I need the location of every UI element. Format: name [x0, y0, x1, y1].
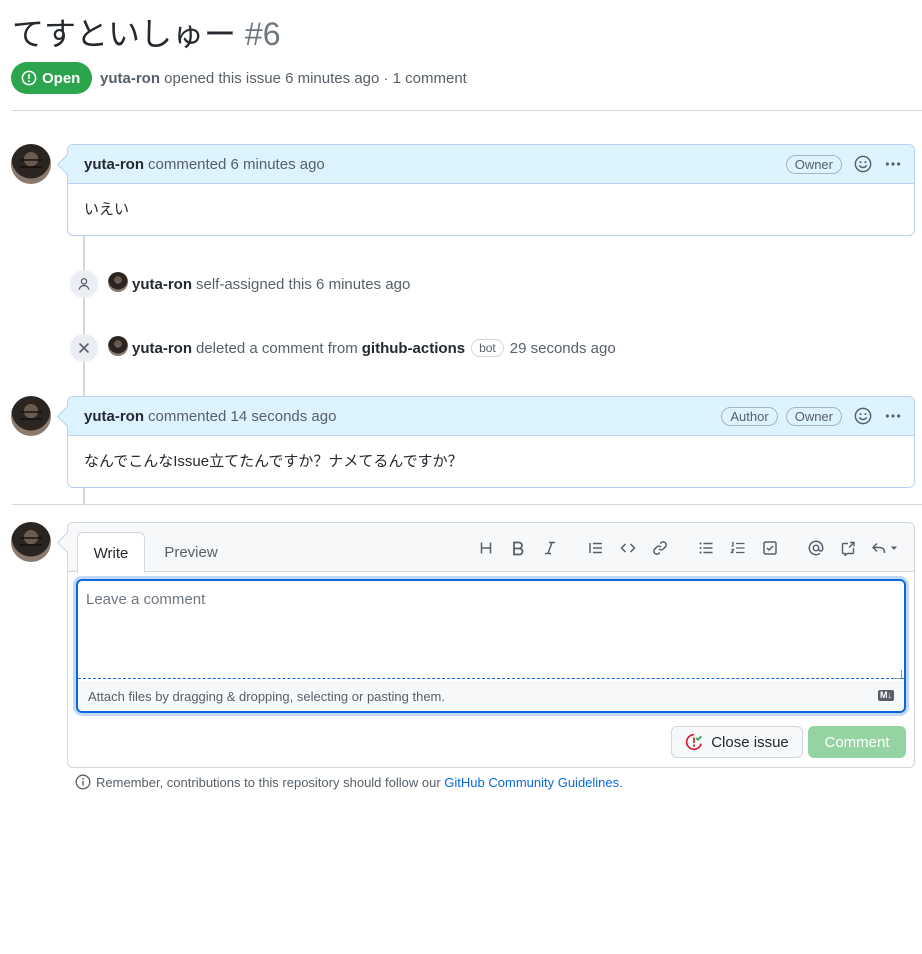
mention-icon[interactable] — [800, 536, 832, 560]
issue-closed-icon — [686, 733, 703, 751]
italic-icon[interactable] — [534, 536, 566, 560]
comment-options-button[interactable] — [884, 155, 902, 173]
bot-label: bot — [471, 339, 504, 357]
header-divider — [12, 110, 922, 111]
avatar[interactable] — [11, 144, 51, 184]
issue-number: #6 — [244, 16, 281, 52]
comment-textarea-wrapper: Leave a comment Attach files by dragging… — [76, 579, 906, 713]
attach-files-text: Attach files by dragging & dropping, sel… — [88, 688, 445, 704]
person-icon — [70, 270, 98, 298]
guidelines-link[interactable]: GitHub Community Guidelines — [444, 775, 619, 790]
unordered-list-icon[interactable] — [690, 536, 722, 560]
info-icon — [75, 774, 91, 790]
kebab-horizontal-icon — [885, 162, 901, 166]
resize-handle[interactable] — [893, 670, 902, 679]
comment-action[interactable]: commented 14 seconds ago — [148, 408, 336, 425]
issue-author-link[interactable]: yuta-ron — [100, 70, 160, 87]
comment-action[interactable]: commented 6 minutes ago — [148, 156, 325, 173]
timeline-line — [83, 487, 85, 505]
timeline-event-assigned: yuta-ron self-assigned this 6 minutes ag… — [70, 270, 410, 298]
comment-options-button[interactable] — [884, 407, 902, 425]
comment-body: なんでこんなIssue立てたんですか？ナメてるんですか？ — [84, 453, 463, 470]
editor-header: Write Preview — [68, 523, 914, 573]
link-icon[interactable] — [644, 536, 676, 560]
comment-header: yuta-ron commented 6 minutes ago Owner — [68, 145, 914, 184]
issue-title: てすといしゅー #6 — [12, 14, 281, 54]
issue-state-label: Open — [42, 69, 81, 87]
tab-write[interactable]: Write — [77, 532, 145, 573]
avatar[interactable] — [11, 522, 51, 562]
tab-preview[interactable]: Preview — [156, 532, 226, 572]
guidelines-text: Remember, contributions to this reposito… — [96, 774, 441, 790]
comment-author[interactable]: yuta-ron — [84, 156, 144, 173]
timeline-line — [83, 236, 85, 396]
quote-icon[interactable] — [580, 536, 612, 560]
event-actor[interactable]: yuta-ron — [132, 340, 192, 357]
issue-state-badge: Open — [11, 62, 93, 94]
ordered-list-icon[interactable] — [722, 536, 754, 560]
markdown-icon[interactable]: M↓ — [878, 690, 894, 701]
smiley-icon — [854, 407, 872, 425]
event-text: deleted a comment from — [196, 339, 358, 357]
comment-submit-button[interactable]: Comment — [808, 726, 906, 758]
guidelines-period: . — [619, 774, 623, 790]
saved-replies-icon[interactable] — [864, 536, 904, 560]
markdown-toolbar — [470, 536, 904, 560]
comment-box: yuta-ron commented 6 minutes ago Owner い… — [67, 144, 915, 236]
add-reaction-button[interactable] — [854, 407, 872, 425]
heading-icon[interactable] — [470, 536, 502, 560]
smiley-icon — [854, 155, 872, 173]
add-reaction-button[interactable] — [854, 155, 872, 173]
issue-open-icon — [21, 70, 37, 86]
guidelines-note: Remember, contributions to this reposito… — [75, 774, 623, 790]
comment-textarea[interactable]: Leave a comment — [78, 581, 904, 679]
avatar[interactable] — [108, 336, 128, 356]
task-list-icon[interactable] — [754, 536, 786, 560]
code-icon[interactable] — [612, 536, 644, 560]
timeline-divider — [12, 504, 922, 505]
event-actor[interactable]: yuta-ron — [132, 276, 192, 293]
avatar[interactable] — [108, 272, 128, 292]
attach-files-bar[interactable]: Attach files by dragging & dropping, sel… — [78, 681, 904, 711]
close-issue-button[interactable]: Close issue — [671, 726, 803, 758]
issue-meta: yuta-ron opened this issue 6 minutes ago… — [100, 70, 467, 87]
owner-label: Owner — [785, 154, 842, 174]
issue-opened-text: opened this issue 6 minutes ago · 1 comm… — [164, 70, 467, 87]
comment-box: yuta-ron commented 14 seconds ago Author… — [67, 396, 915, 488]
x-icon — [70, 334, 98, 362]
author-label: Author — [721, 406, 778, 426]
owner-label: Owner — [785, 406, 842, 426]
chevron-down-icon — [890, 546, 897, 550]
comment-author[interactable]: yuta-ron — [84, 408, 144, 425]
bold-icon[interactable] — [502, 536, 534, 560]
event-time[interactable]: 29 seconds ago — [510, 340, 616, 357]
event-text: self-assigned this 6 minutes ago — [196, 275, 411, 293]
close-issue-label: Close issue — [711, 733, 789, 751]
comment-header: yuta-ron commented 14 seconds ago Author… — [68, 397, 914, 436]
cross-reference-icon[interactable] — [832, 536, 864, 560]
avatar[interactable] — [11, 396, 51, 436]
issue-title-text: てすといしゅー — [12, 16, 237, 52]
event-target[interactable]: github-actions — [362, 340, 465, 357]
comment-body: いえい — [84, 201, 130, 218]
timeline-event-deleted: yuta-ron deleted a comment from github-a… — [70, 334, 616, 362]
new-comment-editor: Write Preview Leave a comment Attach fil… — [67, 522, 915, 768]
kebab-horizontal-icon — [885, 414, 901, 418]
